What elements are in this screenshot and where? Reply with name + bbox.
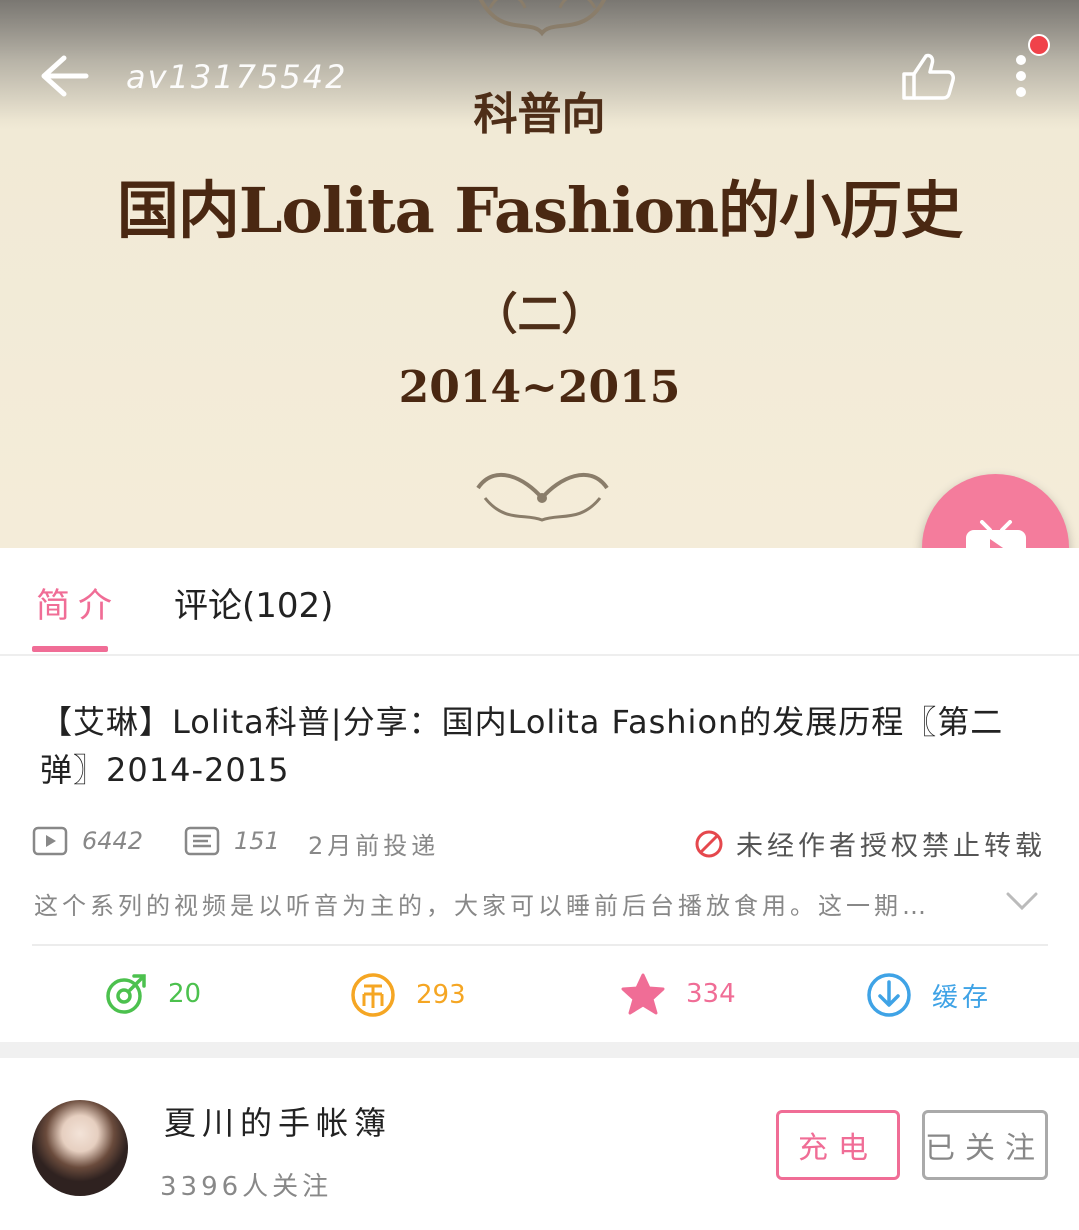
- favorite-count: 334: [686, 979, 736, 1009]
- play-count-value: 6442: [82, 827, 144, 855]
- video-description: 这个系列的视频是以听音为主的，大家可以睡前后台播放食用。这一期…: [34, 892, 930, 920]
- tab-intro[interactable]: 简介: [36, 578, 120, 627]
- video-stats: 6442 151 2月前投递 未经作者授权禁止转载: [32, 822, 1052, 862]
- ornament-bottom-icon: [476, 472, 609, 522]
- video-id: av13175542: [126, 58, 348, 96]
- posted-time: 2月前投递: [308, 832, 440, 860]
- coin-button[interactable]: 293: [350, 972, 466, 1018]
- play-count-icon: [32, 826, 68, 856]
- download-icon: [867, 973, 911, 1017]
- video-cover[interactable]: 科普向 国内Lolita Fashion的小历史 （二） 2014~2015 a…: [0, 0, 1079, 548]
- chevron-down-icon[interactable]: [1004, 886, 1040, 916]
- charge-button[interactable]: 充电: [776, 1110, 900, 1180]
- coin-count: 293: [416, 980, 466, 1010]
- danmaku-count-value: 151: [234, 827, 280, 855]
- danmaku-icon: [184, 826, 220, 856]
- active-tab-indicator: [32, 646, 108, 652]
- cache-button[interactable]: 缓存: [866, 972, 992, 1018]
- favorite-button[interactable]: 334: [620, 972, 736, 1016]
- cover-title: 国内Lolita Fashion的小历史: [116, 174, 963, 247]
- share-button[interactable]: 20: [104, 972, 201, 1016]
- back-arrow-icon[interactable]: [38, 52, 90, 100]
- uploader-name[interactable]: 夏川的手帐簿: [164, 1098, 392, 1144]
- danmaku-count: 151: [184, 826, 280, 856]
- divider: [32, 944, 1048, 946]
- uploader-followers: 3396人关注: [160, 1172, 333, 1202]
- coin-icon: [351, 973, 395, 1017]
- notification-dot: [1028, 34, 1050, 56]
- more-vertical-icon[interactable]: [1004, 50, 1038, 102]
- star-icon: [621, 973, 665, 1015]
- share-icon: [106, 974, 146, 1014]
- repost-notice-text: 未经作者授权禁止转载: [736, 831, 1046, 862]
- cover-years: 2014~2015: [398, 362, 681, 413]
- tab-bar: 简介 评论(102): [0, 548, 1079, 656]
- tab-comments[interactable]: 评论(102): [174, 578, 333, 627]
- repost-notice: 未经作者授权禁止转载: [694, 824, 1046, 863]
- cover-part: （二）: [473, 289, 606, 340]
- play-count: 6442: [32, 826, 143, 856]
- share-count: 20: [168, 979, 202, 1009]
- uploader-avatar[interactable]: [32, 1100, 128, 1196]
- action-bar: 20 293 334 缓存: [0, 960, 1079, 1040]
- cache-label: 缓存: [932, 982, 993, 1013]
- ornament-top-icon: [478, 0, 607, 37]
- no-entry-icon: [695, 830, 723, 857]
- video-title: 【艾琳】Lolita科普|分享：国内Lolita Fashion的发展历程〖第二…: [40, 703, 1004, 789]
- follow-button[interactable]: 已关注: [922, 1110, 1048, 1180]
- section-separator: [0, 1042, 1079, 1058]
- thumbs-up-icon[interactable]: [900, 52, 956, 102]
